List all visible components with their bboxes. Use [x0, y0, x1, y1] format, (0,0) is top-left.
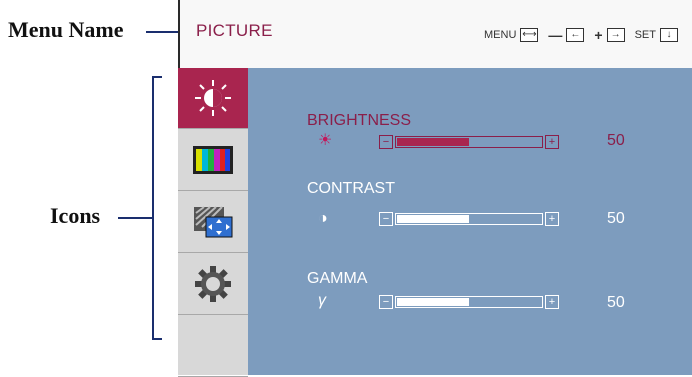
- control-menu[interactable]: MENU ⟷: [484, 28, 539, 42]
- osd-header: PICTURE MENU ⟷ — ← + → SET ↓: [180, 0, 692, 68]
- control-set-label: SET: [634, 29, 656, 41]
- contrast-fill: [397, 215, 469, 223]
- contrast-decrease-button[interactable]: −: [379, 212, 393, 226]
- settings-gear-icon: [195, 266, 231, 302]
- gamma-decrease-button[interactable]: −: [379, 295, 393, 309]
- sidebar-item-empty: [178, 316, 248, 377]
- sidebar-item-settings[interactable]: [178, 254, 248, 315]
- control-set[interactable]: SET ↓: [635, 28, 678, 42]
- brightness-symbol-icon: ☀: [318, 132, 333, 149]
- brightness-increase-button[interactable]: +: [545, 135, 559, 149]
- callout-icons: Icons: [50, 203, 101, 228]
- contrast-value: 50: [607, 210, 625, 227]
- screen-position-icon: [194, 206, 233, 238]
- osd-content-panel: BRIGHTNESS ☀ − + 50 CONTRAST ◑ − + 50 GA…: [248, 68, 692, 375]
- osd-sidebar: [178, 68, 248, 377]
- brightness-label: BRIGHTNESS: [307, 112, 412, 129]
- brightness-value: 50: [607, 132, 625, 149]
- brightness-track[interactable]: [395, 136, 543, 148]
- minus-key-icon: ←: [566, 28, 585, 42]
- gamma-label: GAMMA: [307, 270, 368, 287]
- contrast-slider[interactable]: − +: [379, 212, 564, 226]
- contrast-track[interactable]: [395, 213, 543, 225]
- contrast-increase-button[interactable]: +: [545, 212, 559, 226]
- set-key-icon: ↓: [660, 28, 678, 42]
- control-minus[interactable]: — ←: [548, 27, 585, 43]
- control-minus-label: —: [548, 27, 563, 43]
- osd-controls: MENU ⟷ — ← + → SET ↓: [484, 28, 678, 42]
- menu-name-title: PICTURE: [196, 21, 273, 40]
- gamma-increase-button[interactable]: +: [545, 295, 559, 309]
- sidebar-item-position[interactable]: [178, 192, 248, 253]
- gamma-slider[interactable]: − +: [379, 295, 564, 309]
- sidebar-item-color[interactable]: [178, 130, 248, 191]
- callout-menu-name: Menu Name: [8, 17, 124, 42]
- plus-key-icon: →: [606, 28, 625, 42]
- callout-menu-name-line: [146, 31, 178, 33]
- brightness-icon: [195, 80, 231, 116]
- control-plus[interactable]: + →: [594, 27, 625, 43]
- gamma-symbol-icon: γ: [318, 292, 326, 309]
- callout-icons-bracket: [152, 76, 162, 340]
- control-menu-label: MENU: [484, 29, 517, 41]
- brightness-fill: [397, 138, 469, 146]
- control-plus-label: +: [594, 27, 603, 43]
- brightness-decrease-button[interactable]: −: [379, 135, 393, 149]
- sidebar-item-brightness[interactable]: [178, 68, 248, 129]
- contrast-label: CONTRAST: [307, 180, 395, 197]
- menu-key-icon: ⟷: [520, 28, 539, 42]
- callout-icons-line: [118, 217, 152, 219]
- gamma-fill: [397, 298, 469, 306]
- contrast-symbol-icon: ◑: [318, 210, 328, 227]
- color-bars-icon: [193, 146, 233, 174]
- brightness-slider[interactable]: − +: [379, 135, 564, 149]
- gamma-track[interactable]: [395, 296, 543, 308]
- gamma-value: 50: [607, 294, 625, 311]
